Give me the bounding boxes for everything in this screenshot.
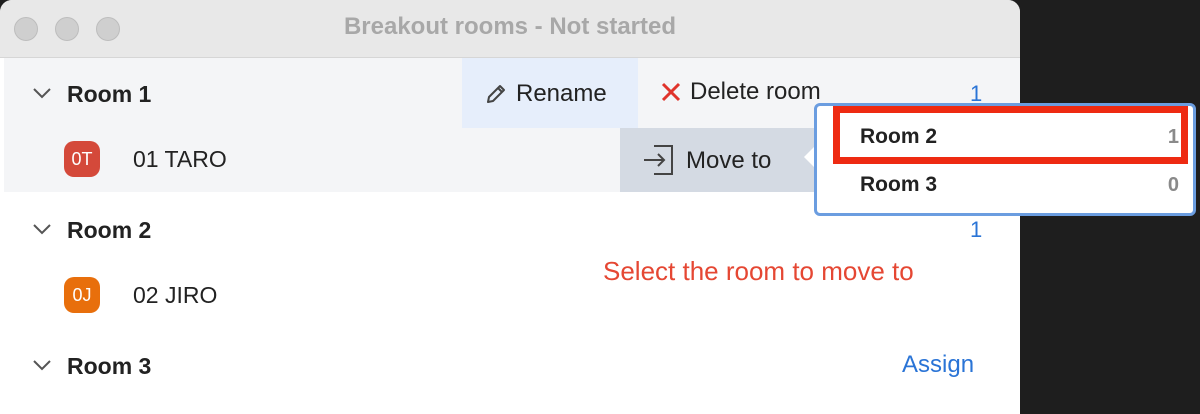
menu-item-label: Room 3 — [860, 173, 938, 196]
room-1-label[interactable]: Room 1 — [67, 81, 151, 108]
avatar: 0T — [64, 141, 100, 177]
delete-x-icon — [661, 82, 681, 102]
delete-room-label: Delete room — [690, 78, 821, 105]
chevron-down-icon[interactable] — [32, 86, 52, 100]
move-to-label: Move to — [686, 147, 772, 174]
menu-item-room-3[interactable]: Room 3 0 — [817, 162, 1193, 212]
room-3-label[interactable]: Room 3 — [67, 353, 151, 380]
assign-button[interactable]: Assign — [902, 351, 974, 379]
rename-button[interactable]: Rename — [462, 58, 638, 128]
move-to-button[interactable]: Move to — [620, 128, 816, 192]
instruction-annotation: Select the room to move to — [603, 256, 914, 286]
avatar: 0J — [64, 277, 100, 313]
participant-name[interactable]: 02 JIRO — [133, 282, 217, 309]
move-to-icon — [644, 145, 673, 175]
room-2-label[interactable]: Room 2 — [67, 217, 151, 244]
participant-name[interactable]: 01 TARO — [133, 146, 227, 173]
window-title: Breakout rooms - Not started — [343, 13, 677, 40]
highlight-box — [833, 106, 1188, 164]
chevron-down-icon[interactable] — [32, 358, 52, 372]
room-2-count: 1 — [970, 217, 983, 242]
title-bar: Breakout rooms - Not started — [0, 0, 1020, 58]
menu-item-count: 0 — [1167, 174, 1179, 196]
chevron-down-icon[interactable] — [32, 222, 52, 236]
rename-label: Rename — [516, 80, 607, 107]
pencil-icon — [487, 85, 505, 103]
